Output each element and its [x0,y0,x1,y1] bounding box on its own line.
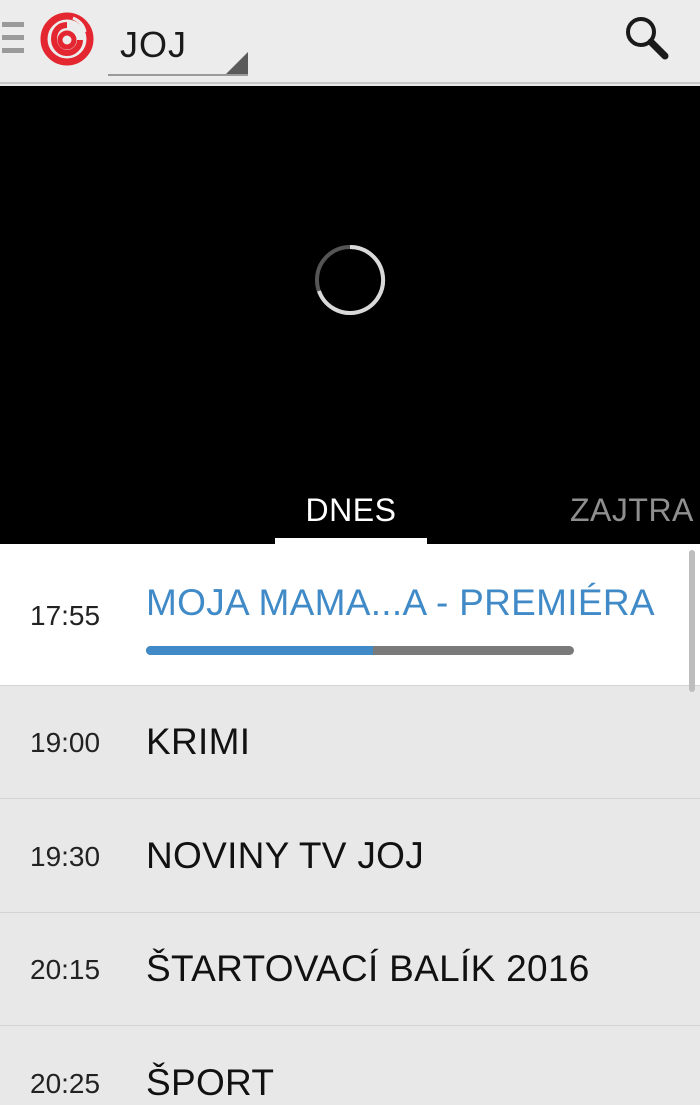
dropdown-caret-icon [226,52,248,74]
loading-spinner-icon [315,244,386,315]
list-item[interactable]: 20:25 ŠPORT [0,1027,700,1105]
program-title: NOVINY TV JOJ [146,835,425,876]
program-title: KRIMI [146,721,251,762]
tab-tomorrow[interactable]: ZAJTRA [570,486,700,544]
video-player[interactable]: DNES ZAJTRA [0,86,700,544]
program-schedule[interactable]: 17:55 MOJA MAMA...A - PREMIÉRA 19:00 KRI… [0,544,700,1105]
drawer-icon[interactable] [2,20,24,56]
program-time: 19:30 [30,841,101,872]
program-progress-bar [146,646,574,655]
program-time: 17:55 [30,600,101,631]
list-item[interactable]: 20:15 ŠTARTOVACÍ BALÍK 2016 [0,913,700,1026]
scrollbar[interactable] [689,550,695,692]
progress-fill [146,646,373,655]
list-item[interactable]: 17:55 MOJA MAMA...A - PREMIÉRA [0,544,700,686]
action-bar: JOJ [0,0,700,84]
joj-logo-icon[interactable] [40,12,94,66]
program-title: ŠTARTOVACÍ BALÍK 2016 [146,948,590,989]
list-item[interactable]: 19:30 NOVINY TV JOJ [0,800,700,913]
program-time: 19:00 [30,727,101,758]
program-title: MOJA MAMA...A - PREMIÉRA [146,582,655,623]
channel-selector[interactable]: JOJ [108,14,248,76]
program-title: ŠPORT [146,1062,275,1103]
search-icon[interactable] [622,14,670,62]
program-time: 20:25 [30,1068,101,1099]
day-tabs: DNES ZAJTRA [0,486,700,544]
list-item[interactable]: 19:00 KRIMI [0,686,700,799]
tab-today[interactable]: DNES [275,486,427,544]
program-time: 20:15 [30,954,101,985]
channel-name: JOJ [120,24,188,65]
